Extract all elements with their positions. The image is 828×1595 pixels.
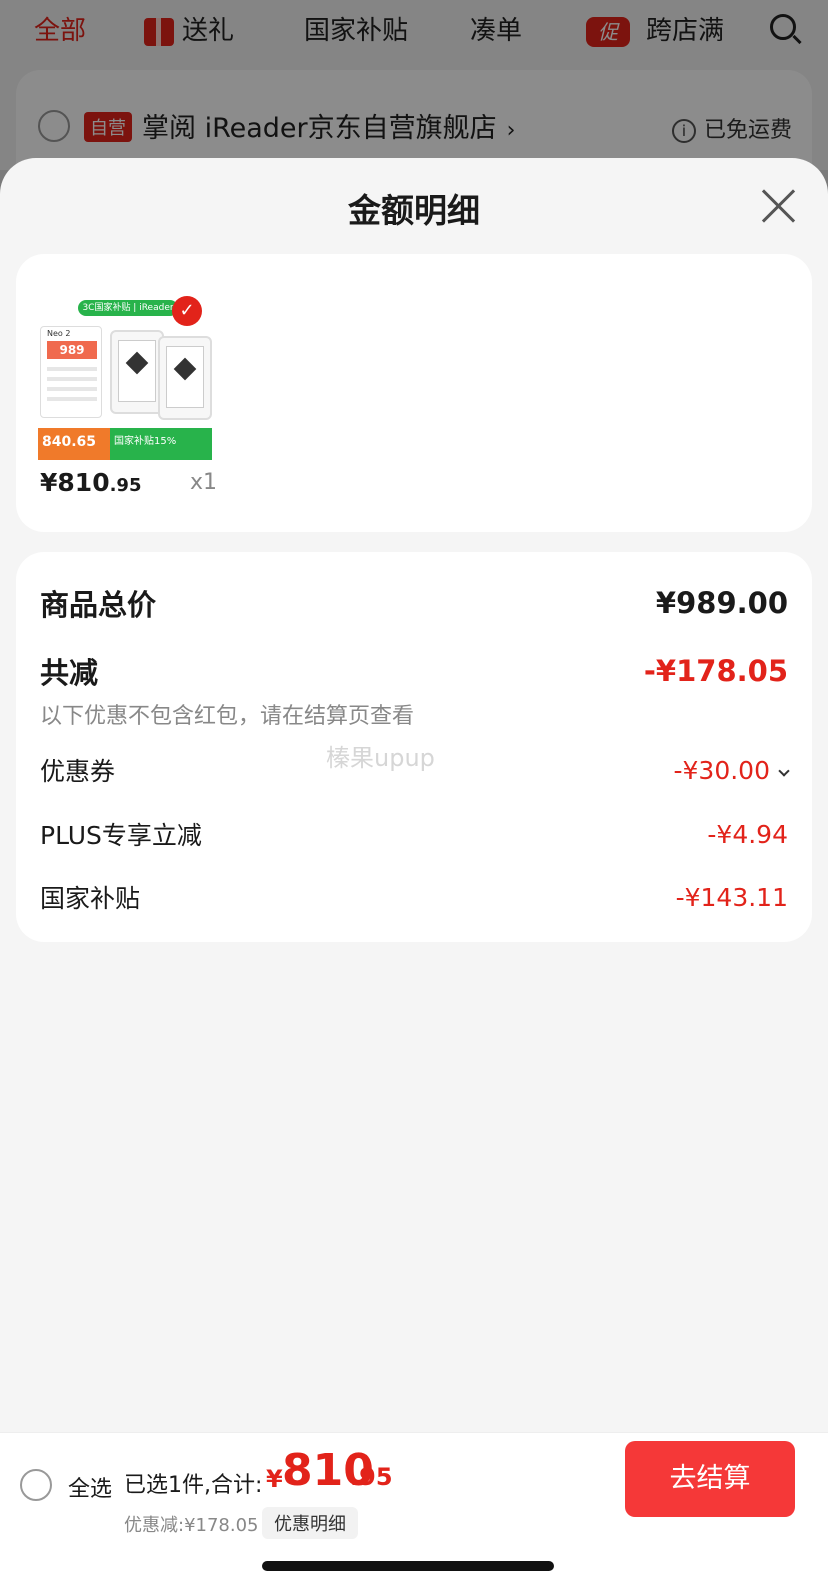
coupon-label: 优惠券 (40, 757, 116, 786)
subsidy-label: 国家补贴 (40, 884, 141, 913)
total-price-value: ¥989.00 (655, 586, 788, 620)
watermark: 榛果upup (326, 744, 435, 772)
product-quantity: x1 (190, 470, 218, 495)
total-reduce-row: 共减 -¥178.05 (40, 650, 788, 692)
product-price-decimal: .95 (109, 475, 142, 496)
product-price-yen: ¥ (40, 468, 58, 497)
product-image-line (47, 397, 97, 401)
selected-count-label: 已选1件,合计: (124, 1473, 263, 1498)
total-price-row: 商品总价 ¥989.00 (40, 582, 788, 624)
product-image-line (47, 377, 97, 381)
product-image-line (47, 367, 97, 371)
plus-discount-label: PLUS专享立减 (40, 821, 202, 850)
total-reduce-value: -¥178.05 (643, 654, 788, 688)
product-image-tag: 3C国家补贴 | iReader (78, 300, 178, 316)
plus-discount-value: -¥4.94 (707, 819, 788, 849)
coupon-value-wrap: -¥30.00 (673, 755, 790, 785)
home-indicator[interactable] (262, 1561, 554, 1571)
checkout-bar: 全选 已选1件,合计: ¥ 810 .95 优惠减:¥178.05 优惠明细 去… (0, 1432, 828, 1595)
amount-detail-sheet: 金额明细 3C国家补贴 | iReader ✓ Neo 2 989 840.65… (0, 158, 828, 1595)
select-all-label[interactable]: 全选 (68, 1471, 112, 1503)
product-image-screen (166, 346, 204, 408)
product-image-price: 989 (47, 341, 97, 359)
product-image-model: Neo 2 (47, 329, 71, 338)
product-image-orange-price: 840.65 (38, 428, 110, 460)
checkout-button[interactable]: 去结算 (625, 1441, 795, 1517)
close-icon[interactable] (758, 186, 798, 226)
selected-check-icon: ✓ (172, 296, 202, 326)
modal-backdrop[interactable] (0, 0, 828, 170)
subsidy-row: 国家补贴 -¥143.11 (40, 879, 788, 915)
product-image-device (110, 330, 164, 414)
product-image-green-banner: 国家补贴15% (110, 428, 212, 460)
total-price-label: 商品总价 (40, 588, 157, 622)
product-price: ¥810.95 (40, 468, 141, 497)
coupon-value: -¥30.00 (673, 755, 771, 785)
sum-yen: ¥ (266, 1465, 283, 1493)
subsidy-value: -¥143.11 (675, 882, 788, 912)
product-image[interactable]: 3C国家补贴 | iReader ✓ Neo 2 989 840.65 国家补贴… (38, 296, 212, 460)
chevron-down-icon[interactable] (778, 764, 790, 777)
discount-summary: 优惠减:¥178.05 (124, 1515, 259, 1536)
sheet-title: 金额明细 (348, 191, 480, 230)
product-image-line (47, 387, 97, 391)
product-image-device (158, 336, 212, 420)
product-image-phone: Neo 2 989 (40, 326, 102, 418)
sum-decimal: .95 (350, 1463, 393, 1491)
product-card: 3C国家补贴 | iReader ✓ Neo 2 989 840.65 国家补贴… (16, 254, 812, 532)
product-image-screen (118, 340, 156, 402)
discount-detail-button[interactable]: 优惠明细 (262, 1507, 358, 1539)
reduce-hint: 以下优惠不包含红包，请在结算页查看 (40, 704, 415, 729)
product-price-int: 810 (57, 468, 110, 497)
select-all-radio[interactable] (20, 1469, 52, 1501)
total-reduce-label: 共减 (40, 656, 99, 690)
plus-discount-row: PLUS专享立减 -¥4.94 (40, 816, 788, 852)
